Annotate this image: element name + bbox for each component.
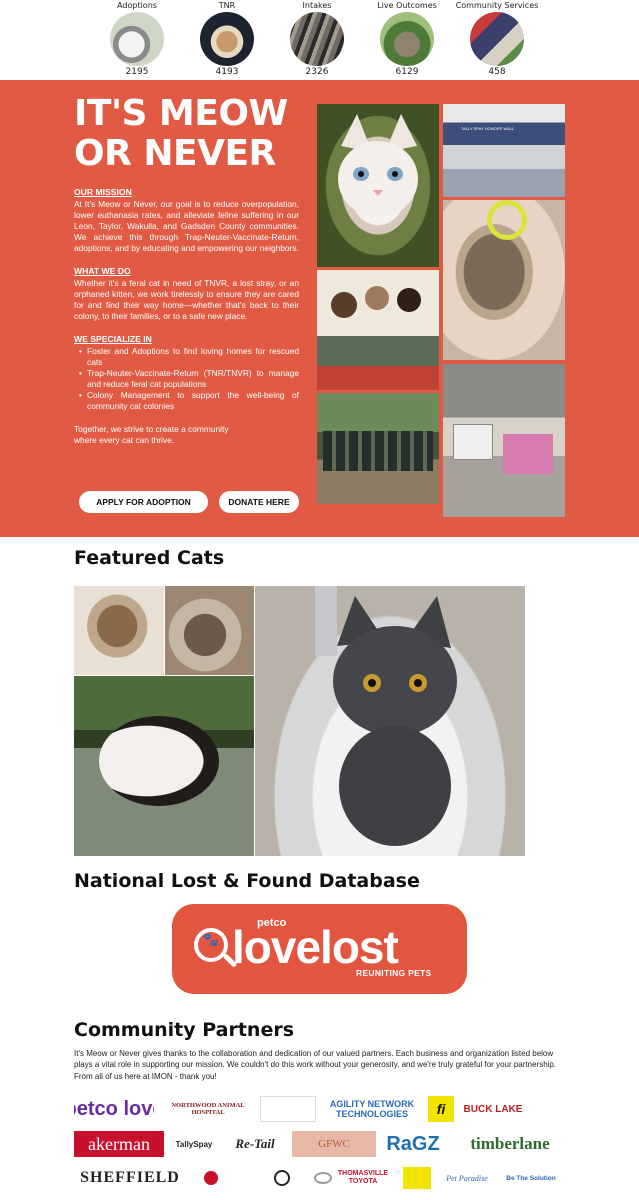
partner-logo-ragz[interactable]: RaGZ	[378, 1131, 448, 1157]
stat-community-services: Community Services 458	[452, 0, 542, 79]
partner-logo-yellow[interactable]	[400, 1165, 434, 1191]
featured-cats-heading: Featured Cats	[74, 547, 225, 569]
featured-cat-photo[interactable]	[165, 586, 254, 675]
partner-logo-petco-love[interactable]: petco love	[74, 1096, 154, 1122]
stat-intakes: Intakes 2326	[272, 0, 362, 79]
shelter-room-photo: TALLY SPAY HONORS WALL	[443, 104, 565, 197]
partner-logo-tally-spay[interactable]: TallySpay	[168, 1131, 220, 1157]
partner-logo-thomasville-toyota[interactable]: THOMASVILLE TOYOTA	[336, 1165, 390, 1191]
stat-live-outcomes: Live Outcomes 6129	[362, 0, 452, 79]
partner-logo-small-1[interactable]	[200, 1165, 222, 1191]
specialties-list: Foster and Adoptions to find loving home…	[79, 346, 299, 412]
partner-logo-northwood[interactable]: NORTHWOOD ANIMAL HOSPITAL	[162, 1096, 254, 1122]
partner-logo-timberlane[interactable]: timberlane	[456, 1131, 564, 1157]
closing-line: Together, we strive to create a communit…	[74, 424, 229, 434]
partner-logo-toyota-mark[interactable]	[312, 1165, 334, 1191]
logo-mark	[274, 1170, 290, 1186]
partner-logo-cat-cafe[interactable]	[530, 1096, 564, 1122]
vet-team-photo	[317, 270, 439, 390]
partner-logo-sheffield[interactable]: SHEFFIELD	[74, 1165, 186, 1191]
logo-mark	[204, 1171, 218, 1185]
stat-photo-tnr	[200, 12, 254, 66]
donate-button[interactable]: DONATE HERE	[219, 491, 299, 513]
reuniting-pets-text: REUNITING PETS	[356, 968, 432, 978]
list-item: Colony Management to support the well-be…	[79, 390, 299, 412]
partner-logo-buck-lake[interactable]: BUCK LAKE	[462, 1096, 524, 1122]
stat-count: 4193	[215, 67, 239, 77]
gray-cat	[315, 586, 457, 846]
person-head	[365, 286, 389, 310]
stat-count: 6129	[395, 67, 419, 77]
volunteer-group-photo	[317, 393, 439, 504]
stat-tnr: TNR 4193	[182, 0, 272, 79]
list-item: Trap-Neuter-Vaccinate-Return (TNR/TNVR) …	[79, 368, 299, 390]
stat-photo-community-services	[470, 12, 524, 66]
mission-text: At It's Meow or Never, our goal is to re…	[74, 199, 299, 253]
lovelost-text: lovelost	[232, 921, 399, 973]
kitten-face	[338, 114, 418, 217]
stat-photo-adoptions	[110, 12, 164, 66]
toy-ring	[487, 200, 527, 240]
partner-logo-gfwc[interactable]: GFWC	[292, 1131, 376, 1157]
stat-count: 2326	[305, 67, 329, 77]
partner-logo-pet-paradise[interactable]: Pet Paradise	[442, 1165, 492, 1191]
hero-section: IT'S MEOW OR NEVER OUR MISSION At It's M…	[0, 80, 639, 537]
stat-photo-live-outcomes	[380, 12, 434, 66]
person-head	[397, 288, 421, 312]
partner-logo-fi[interactable]: fi	[428, 1096, 454, 1122]
hero-title-line: OR NEVER	[74, 133, 276, 174]
what-we-do-text: Whether it's a feral cat in need of TNVR…	[74, 278, 299, 321]
stats-strip: Adoptions 2195 TNR 4193 Intakes 2326 Liv…	[0, 0, 639, 80]
list-item: Foster and Adoptions to find loving home…	[79, 346, 299, 368]
featured-cat-photo[interactable]	[74, 676, 254, 856]
what-we-do-heading: WHAT WE DO	[74, 266, 131, 276]
stat-label: Community Services	[455, 1, 539, 10]
stat-count: 458	[488, 67, 506, 77]
stat-label: Live Outcomes	[377, 1, 437, 10]
group-people	[323, 431, 433, 471]
partner-logo-document[interactable]	[260, 1096, 316, 1122]
logo-mark	[403, 1167, 431, 1189]
stat-adoptions: Adoptions 2195	[92, 0, 182, 79]
partner-logo-akerman[interactable]: akerman	[74, 1131, 164, 1157]
partners-description: It's Meow or Never gives thanks to the c…	[74, 1049, 557, 1081]
mission-heading: OUR MISSION	[74, 187, 132, 197]
lost-found-heading: National Lost & Found Database	[74, 870, 420, 892]
apply-for-adoption-button[interactable]: APPLY FOR ADOPTION	[79, 491, 208, 513]
hero-text: OUR MISSION At It's Meow or Never, our g…	[74, 187, 299, 446]
partner-logo-be-the-solution[interactable]: Be The Solution	[498, 1165, 564, 1191]
featured-cats-grid	[74, 586, 525, 856]
lovelost-word: lovelost	[232, 921, 399, 973]
hero-title: IT'S MEOW OR NEVER	[74, 94, 314, 174]
stat-label: Intakes	[302, 1, 332, 10]
cat-body	[99, 716, 219, 806]
featured-cat-photo-large[interactable]	[255, 586, 525, 856]
stat-label: Adoptions	[117, 1, 157, 10]
partner-logo-agility[interactable]: AGILITY NETWORK TECHNOLOGIES	[323, 1096, 421, 1122]
partner-logo-spay-neuter-clinic[interactable]	[262, 1165, 302, 1191]
featured-cat-photo[interactable]	[74, 586, 164, 675]
petco-lovelost-logo[interactable]: 🐾 petco lovelost REUNITING PETS	[172, 904, 467, 994]
closing-text: Together, we strive to create a communit…	[74, 424, 299, 446]
blanket	[503, 434, 553, 474]
bottle-fed-kitten-photo	[443, 200, 565, 360]
specialize-heading: WE SPECIALIZE IN	[74, 334, 152, 344]
community-partners-heading: Community Partners	[74, 1019, 295, 1041]
carrier	[453, 424, 493, 460]
person-head	[331, 292, 357, 318]
paw-icon: 🐾	[202, 933, 220, 948]
banner-text: TALLY SPAY HONORS WALL	[461, 126, 515, 131]
hero-title-line: IT'S MEOW	[74, 93, 288, 134]
stat-photo-intakes	[290, 12, 344, 66]
closing-line: where every cat can thrive.	[74, 435, 175, 445]
toyota-icon	[314, 1172, 332, 1184]
stat-label: TNR	[218, 1, 236, 10]
partner-logo-re-tail[interactable]: Re-Tail	[224, 1131, 286, 1157]
stat-count: 2195	[125, 67, 149, 77]
transport-van-photo	[443, 364, 565, 517]
white-kitten-photo	[317, 104, 439, 267]
